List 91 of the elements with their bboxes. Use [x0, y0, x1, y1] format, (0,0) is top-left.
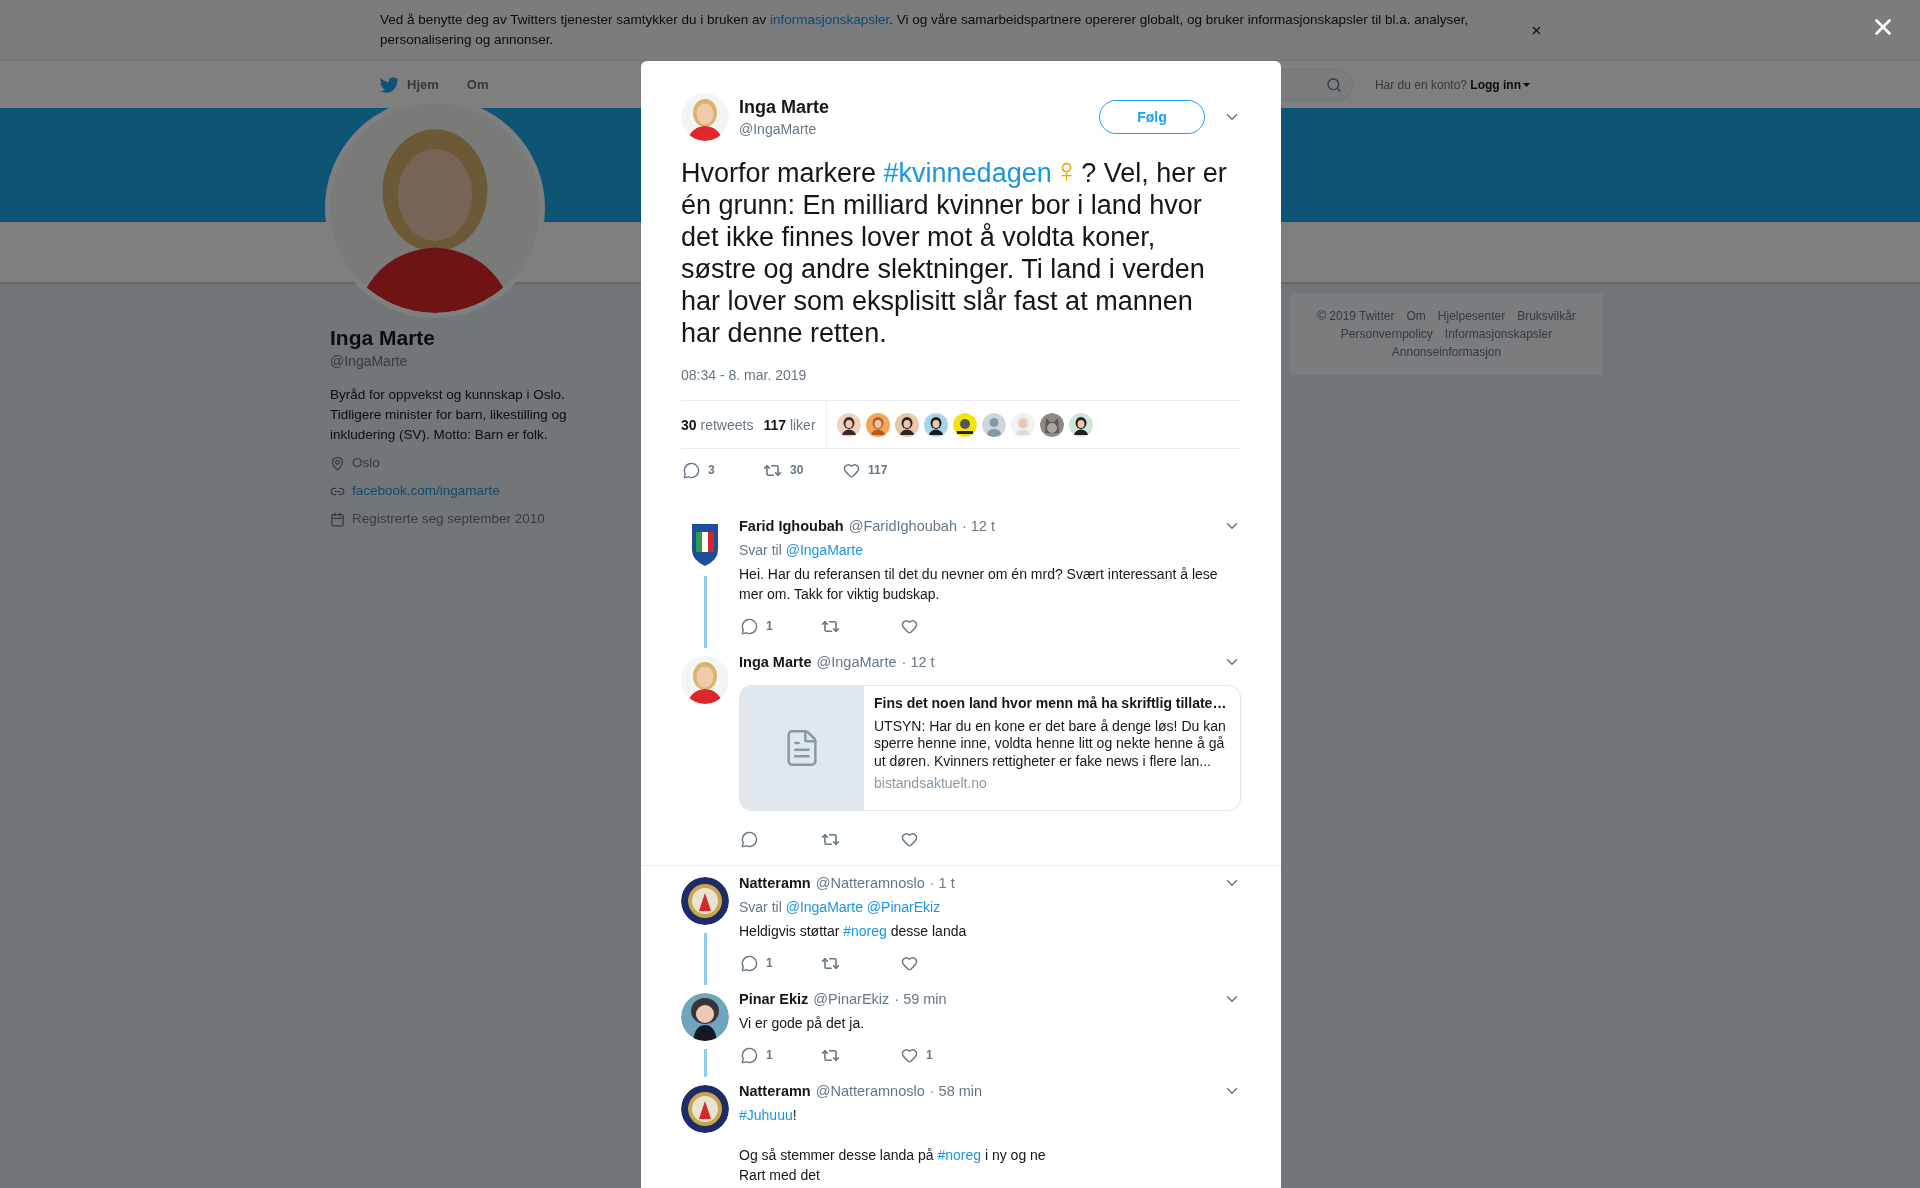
- link-card[interactable]: [739, 685, 1241, 811]
- thread-line: [703, 933, 707, 985]
- reply-handle: @IngaMarte: [816, 653, 897, 672]
- reply-handle: @Natteramnoslo: [815, 874, 925, 893]
- mention-link[interactable]: @IngaMarte: [785, 899, 863, 915]
- profile-detail: Registrerte seg september 2010: [352, 510, 545, 528]
- reply-to-line: Svar til @IngaMarte: [739, 541, 864, 560]
- reply-button[interactable]: 1: [739, 1045, 819, 1065]
- login-link[interactable]: Logg inn: [1470, 77, 1530, 92]
- reply-handle: @Natteramnoslo: [815, 1082, 925, 1101]
- heart-icon: [901, 830, 918, 848]
- avatar[interactable]: [836, 412, 861, 437]
- reply-handle: @FaridIghoubah: [848, 517, 957, 536]
- thread-line: [703, 1049, 707, 1077]
- reply-text: Heldigvis støttar #noreg desse landa: [739, 922, 968, 941]
- reply-icon: [683, 461, 700, 479]
- footer-link[interactable]: Informasjonskapsler: [1444, 325, 1553, 343]
- reply-button[interactable]: 1: [739, 953, 819, 973]
- reply-button[interactable]: 1: [739, 616, 819, 636]
- profile-bio: Byråd for oppvekst og kunnskap i Oslo. Tidligere minister for barn, likestilling og inkludering (SV). Motto: Barn er folk.: [330, 386, 568, 444]
- avatar[interactable]: [681, 993, 729, 1041]
- avatar[interactable]: [681, 1085, 729, 1133]
- author-handle: @IngaMarte: [739, 121, 818, 137]
- reply-time[interactable]: · 12 t: [961, 516, 995, 536]
- avatar[interactable]: [1039, 412, 1064, 437]
- reply-text: Vi er gode på det ja.: [739, 1014, 866, 1033]
- thread-line: [703, 576, 707, 648]
- follow-button[interactable]: Følg: [1099, 100, 1205, 134]
- reply-handle: @PinarEkiz: [813, 990, 890, 1009]
- reply-time[interactable]: · 1 t: [929, 873, 955, 893]
- reply-icon: [741, 954, 758, 972]
- reply-time[interactable]: · 59 min: [894, 989, 947, 1009]
- search-icon: [1325, 76, 1342, 93]
- retweet-button[interactable]: 30: [761, 460, 841, 480]
- heart-icon: [901, 954, 918, 972]
- reply-text: #Juhuuu!: [739, 1106, 798, 1125]
- card-description: UTSYN: Har du en kone er det bare å denge løs! Du kan sperre henne inne, voldta henne litt og nekte henne å gå ut døren. Kvinners rettigheter er fake news i flere lan...: [874, 717, 1227, 770]
- stat-link[interactable]: 117 liker: [763, 416, 816, 433]
- avatar[interactable]: [1068, 412, 1093, 437]
- heart-icon: [901, 617, 918, 635]
- reply-text: Og så stemmer desse landa på #noreg i ny og ne Rart med det: [739, 1146, 1047, 1185]
- reply-author[interactable]: Natteramn: [739, 1081, 811, 1101]
- hashtag-link[interactable]: #kvinnedagen: [883, 158, 1052, 188]
- footer-link[interactable]: Bruksvilkår: [1517, 307, 1576, 325]
- avatar[interactable]: [894, 412, 919, 437]
- profile-detail: Oslo: [352, 454, 380, 472]
- profile-handle: @IngaMarte: [330, 353, 409, 369]
- footer-link[interactable]: Hjelpesenter: [1437, 307, 1506, 325]
- profile-name: Inga Marte: [330, 325, 437, 351]
- avatar[interactable]: [923, 412, 948, 437]
- reply-text: Hei. Har du referansen til det du nevner om én mrd? Svært interessant å lese mer om. Takk for viktig budskap.: [739, 565, 1219, 604]
- reply-time[interactable]: · 12 t: [901, 652, 935, 672]
- card-domain: bistandsaktuelt.no: [874, 775, 988, 793]
- tweet-timestamp: 08:34 - 8. mar. 2019: [681, 366, 808, 385]
- avatar[interactable]: [681, 877, 729, 925]
- calendar-icon: [330, 511, 345, 527]
- author-name: Inga Marte: [739, 97, 830, 118]
- reply-author[interactable]: Pinar Ekiz: [739, 989, 809, 1009]
- reply-icon: [741, 830, 758, 848]
- avatar[interactable]: [952, 412, 977, 437]
- location-icon: [330, 455, 345, 471]
- like-button[interactable]: 1: [899, 1045, 979, 1065]
- mention-link[interactable]: @PinarEkiz: [866, 899, 941, 915]
- heart-icon: [901, 1046, 918, 1064]
- heart-icon: [843, 461, 860, 479]
- reply-icon: [741, 1046, 758, 1064]
- reply-button[interactable]: 3: [681, 460, 761, 480]
- reply-author[interactable]: Natteramn: [739, 873, 811, 893]
- bird-icon: [380, 76, 399, 93]
- cookie-notice: Ved å benytte deg av Twitters tjenester samtykker du i bruken av informasjonskapsler. Vi og våre samarbeidspartnere opererer globalt, og bruker informasjonskapsler til bl.a. analyser, personalisering og annonser.: [380, 11, 1470, 49]
- reply-to-line: Svar til @IngaMarte @PinarEkiz: [739, 898, 942, 917]
- hashtag-link[interactable]: #noreg: [937, 1147, 982, 1163]
- tweet-text: Hvorfor markere #kvinnedagen♀? Vel, her er én grunn: En milliard kvinner bor i land hvor det ikke finnes lover mot å voldta koner, søstre og andre slektninger. Ti land i verden har lover som eksplisitt slår fast at mannen har denne retten.: [681, 155, 1228, 349]
- card-title: Fins det noen land hvor menn må ha skriftlig tillate…: [874, 695, 1228, 713]
- reply-author[interactable]: Farid Ighoubah: [739, 516, 844, 536]
- reply-author[interactable]: Inga Marte: [739, 652, 812, 672]
- reply-icon: [741, 617, 758, 635]
- hashtag-link[interactable]: #noreg: [843, 923, 887, 939]
- mention-link[interactable]: @IngaMarte: [785, 542, 863, 558]
- footer-link[interactable]: Om: [1406, 307, 1426, 325]
- footer-link[interactable]: Annonseinformasjon: [1391, 343, 1502, 361]
- nav-link[interactable]: Om: [466, 77, 489, 92]
- footer-link[interactable]: © 2019 Twitter: [1317, 307, 1395, 325]
- footer-link[interactable]: Personvernpolicy: [1340, 325, 1433, 343]
- caret-icon: [1523, 83, 1530, 88]
- like-button[interactable]: 117: [841, 460, 921, 480]
- nav-link[interactable]: Hjem: [380, 76, 439, 93]
- stat-link[interactable]: 30 retweets: [681, 416, 754, 433]
- account-prompt: Har du en konto? Logg inn: [1374, 77, 1530, 92]
- reply-time[interactable]: · 58 min: [929, 1081, 983, 1101]
- hashtag-link[interactable]: #Juhuuu: [739, 1107, 793, 1123]
